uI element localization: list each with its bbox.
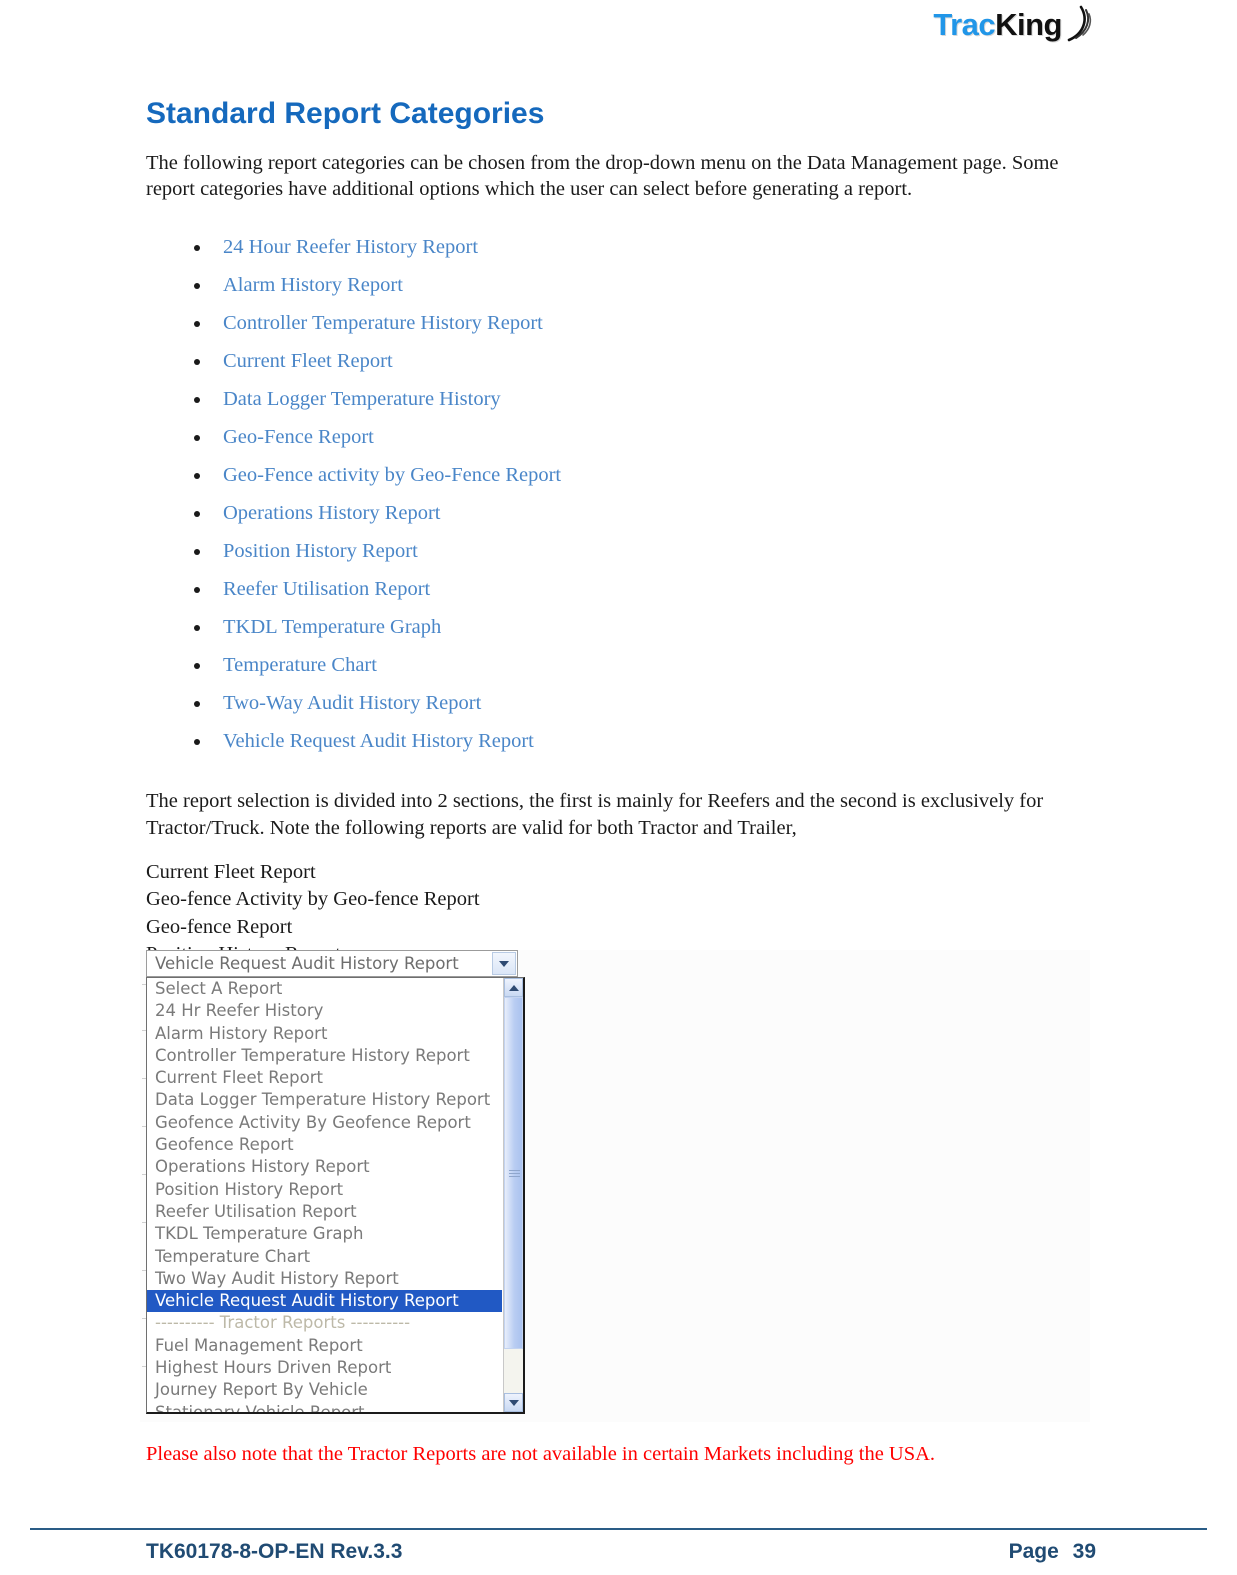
chevron-down-icon[interactable] xyxy=(504,1393,523,1412)
report-link[interactable]: Two-Way Audit History Report xyxy=(223,692,481,714)
list-item[interactable]: Temperature Chart xyxy=(146,646,1096,684)
listbox-scrollbar[interactable] xyxy=(503,978,523,1412)
list-item[interactable]: Alarm History Report xyxy=(147,1023,502,1045)
footer-divider xyxy=(30,1528,1207,1530)
tractor-reports-note: Please also note that the Tractor Report… xyxy=(146,1443,936,1465)
report-link[interactable]: Alarm History Report xyxy=(223,274,403,296)
list-item[interactable]: Operations History Report xyxy=(146,494,1096,532)
report-link[interactable]: Current Fleet Report xyxy=(223,350,393,372)
list-item[interactable]: Controller Temperature History Report xyxy=(146,304,1096,342)
list-item[interactable]: TKDL Temperature Graph xyxy=(147,1223,502,1245)
list-item[interactable]: 24 Hr Reefer History xyxy=(147,1000,502,1022)
report-link[interactable]: Operations History Report xyxy=(223,502,441,524)
list-item[interactable]: Two Way Audit History Report xyxy=(147,1268,502,1290)
report-link[interactable]: Controller Temperature History Report xyxy=(223,312,543,334)
list-item[interactable]: Alarm History Report xyxy=(146,266,1096,304)
chevron-down-icon[interactable] xyxy=(492,952,516,975)
report-category-list: 24 Hour Reefer History Report Alarm Hist… xyxy=(146,202,1096,760)
list-item[interactable]: Operations History Report xyxy=(147,1156,502,1178)
list-item[interactable]: Geofence Report xyxy=(147,1134,502,1156)
footer-page-label: Page xyxy=(1008,1540,1059,1563)
valid-report-line: Current Fleet Report xyxy=(146,860,316,883)
combobox-selected-value: Vehicle Request Audit History Report xyxy=(155,954,459,973)
list-item[interactable]: Journey Report By Vehicle xyxy=(147,1379,502,1401)
list-item[interactable]: TKDL Temperature Graph xyxy=(146,608,1096,646)
list-item[interactable]: Select A Report xyxy=(147,978,502,1000)
valid-report-line: Geo-fence Activity by Geo-fence Report xyxy=(146,888,480,911)
page-footer: TK60178-8-OP-EN Rev.3.3 Page 39 xyxy=(146,1540,1096,1564)
list-separator-tractor-reports: ---------- Tractor Reports ---------- xyxy=(155,1313,411,1333)
scrollbar-grip-icon xyxy=(509,1170,520,1177)
chevron-up-icon[interactable] xyxy=(504,978,523,997)
list-item[interactable]: Reefer Utilisation Report xyxy=(146,570,1096,608)
list-item[interactable]: Data Logger Temperature History Report xyxy=(147,1089,502,1111)
dropdown-screenshot: Vehicle Request Audit History Report Sel… xyxy=(140,950,1090,1422)
report-select-combobox[interactable]: Vehicle Request Audit History Report xyxy=(146,950,518,977)
list-item[interactable]: Stationary Vehicle Report xyxy=(147,1402,502,1412)
report-link[interactable]: TKDL Temperature Graph xyxy=(223,616,441,638)
footer-page-indicator: Page 39 xyxy=(1001,1540,1096,1564)
list-item[interactable]: Current Fleet Report xyxy=(146,342,1096,380)
list-item[interactable]: Position History Report xyxy=(146,532,1096,570)
report-link[interactable]: Vehicle Request Audit History Report xyxy=(223,730,534,752)
list-item[interactable]: Controller Temperature History Report xyxy=(147,1045,502,1067)
report-link[interactable]: Geo-Fence Report xyxy=(223,426,374,448)
list-item[interactable]: Vehicle Request Audit History Report xyxy=(146,722,1096,760)
list-item[interactable]: Temperature Chart xyxy=(147,1246,502,1268)
report-link[interactable]: Position History Report xyxy=(223,540,418,562)
report-link[interactable]: Temperature Chart xyxy=(223,654,377,676)
list-item[interactable]: Geo-Fence activity by Geo-Fence Report xyxy=(146,456,1096,494)
footer-page-number: 39 xyxy=(1072,1540,1096,1563)
report-link[interactable]: Data Logger Temperature History xyxy=(223,388,501,410)
list-item[interactable]: Reefer Utilisation Report xyxy=(147,1201,502,1223)
intro-paragraph: The following report categories can be c… xyxy=(146,152,1059,201)
list-item[interactable]: Two-Way Audit History Report xyxy=(146,684,1096,722)
list-item[interactable]: Geo-Fence Report xyxy=(146,418,1096,456)
list-item[interactable]: Data Logger Temperature History xyxy=(146,380,1096,418)
list-item[interactable]: Geofence Activity By Geofence Report xyxy=(147,1112,502,1134)
option-list: Select A Report 24 Hr Reefer History Ala… xyxy=(147,978,502,1412)
list-item[interactable]: 24 Hour Reefer History Report xyxy=(146,228,1096,266)
list-item-selected[interactable]: Vehicle Request Audit History Report xyxy=(147,1290,502,1313)
document-body: Standard Report Categories The following… xyxy=(146,0,1096,969)
footer-document-code: TK60178-8-OP-EN Rev.3.3 xyxy=(146,1540,403,1563)
list-item[interactable]: Position History Report xyxy=(147,1179,502,1201)
page-title: Standard Report Categories xyxy=(146,97,545,130)
scrollbar-thumb[interactable] xyxy=(504,997,523,1349)
report-link[interactable]: Reefer Utilisation Report xyxy=(223,578,430,600)
report-link[interactable]: Geo-Fence activity by Geo-Fence Report xyxy=(223,464,561,486)
list-item[interactable]: Highest Hours Driven Report xyxy=(147,1357,502,1379)
list-item[interactable]: Current Fleet Report xyxy=(147,1067,502,1089)
section-paragraph: The report selection is divided into 2 s… xyxy=(146,790,1044,839)
report-link[interactable]: 24 Hour Reefer History Report xyxy=(223,236,478,258)
report-select-listbox[interactable]: Select A Report 24 Hr Reefer History Ala… xyxy=(146,977,525,1414)
valid-report-line: Geo-fence Report xyxy=(146,915,293,938)
list-item[interactable]: Fuel Management Report xyxy=(147,1335,502,1357)
